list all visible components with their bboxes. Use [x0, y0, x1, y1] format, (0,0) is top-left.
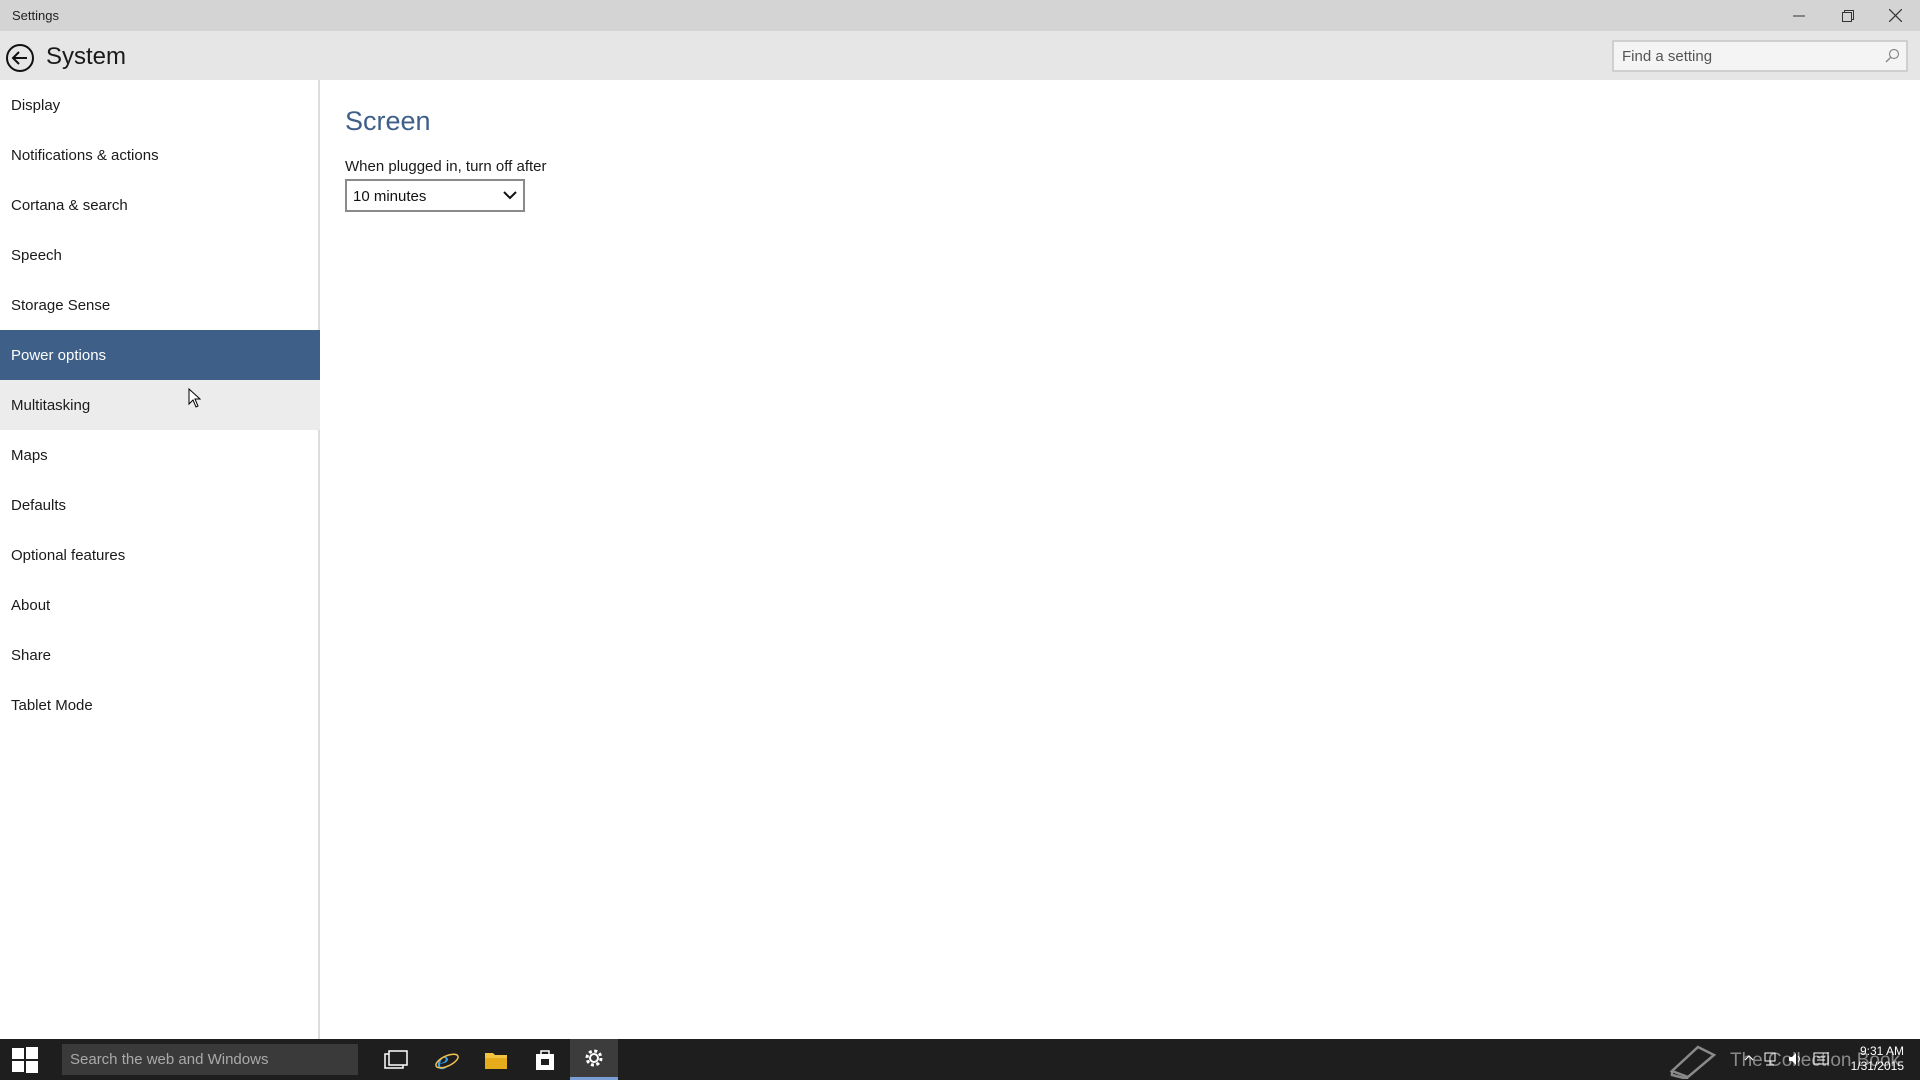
sidebar-item-optional-features[interactable]: Optional features — [0, 530, 320, 580]
network-icon[interactable] — [1763, 1051, 1779, 1067]
sidebar-item-label: Multitasking — [11, 396, 91, 414]
section-title: Screen — [345, 106, 431, 136]
book-icon — [1669, 1045, 1717, 1079]
sidebar-item-label: About — [11, 596, 51, 614]
sidebar-item-display[interactable]: Display — [0, 80, 320, 130]
sidebar-item-label: Defaults — [11, 496, 67, 514]
minimize-icon — [1792, 15, 1805, 16]
clock-time: 9:31 AM — [1859, 1044, 1904, 1058]
sidebar-item-label: Cortana & search — [11, 196, 128, 214]
sidebar-item-label: Share — [11, 646, 52, 664]
store-icon — [536, 1049, 554, 1070]
chevron-down-icon — [503, 191, 517, 200]
sidebar-item-tablet-mode[interactable]: Tablet Mode — [0, 680, 320, 730]
sidebar-item-speech[interactable]: Speech — [0, 230, 320, 280]
restore-icon — [1841, 9, 1854, 22]
show-hidden-icons-icon[interactable] — [1744, 1051, 1754, 1065]
restore-button[interactable] — [1824, 0, 1871, 31]
action-center-icon[interactable] — [1813, 1051, 1829, 1067]
sidebar-item-label: Maps — [11, 446, 48, 464]
system-tray — [1744, 1051, 1829, 1067]
clock-date: 1/31/2015 — [1850, 1059, 1904, 1073]
settings-icon — [585, 1049, 603, 1067]
page-title: System — [46, 43, 127, 70]
taskbar: e The Collection Book — [0, 1039, 1920, 1080]
start-button[interactable] — [0, 1039, 50, 1080]
screen-timeout-label: When plugged in, turn off after — [345, 158, 547, 175]
task-view-icon — [384, 1049, 408, 1069]
system-clock[interactable]: 9:31 AM 1/31/2015 — [1851, 1044, 1904, 1074]
volume-icon[interactable] — [1788, 1051, 1804, 1067]
internet-explorer-button[interactable]: e — [423, 1039, 471, 1080]
search-icon — [1885, 48, 1900, 63]
taskbar-search-input[interactable] — [70, 1050, 350, 1068]
file-explorer-button[interactable] — [472, 1039, 520, 1080]
mouse-cursor-icon — [188, 388, 201, 408]
back-arrow-icon — [6, 44, 34, 72]
sidebar-item-label: Optional features — [11, 546, 126, 564]
main-content: Screen When plugged in, turn off after 1… — [322, 80, 1920, 1039]
minimize-button[interactable] — [1775, 0, 1822, 31]
sidebar-item-label: Power options — [11, 346, 107, 364]
sidebar-item-power-options[interactable]: Power options — [0, 330, 320, 380]
sidebar-item-label: Storage Sense — [11, 296, 111, 314]
find-setting-search[interactable] — [1612, 40, 1908, 72]
sidebar-item-storage-sense[interactable]: Storage Sense — [0, 280, 320, 330]
sidebar-item-multitasking[interactable]: Multitasking — [0, 380, 320, 430]
sidebar-item-cortana[interactable]: Cortana & search — [0, 180, 320, 230]
task-view-button[interactable] — [372, 1039, 420, 1080]
close-icon — [1889, 9, 1902, 22]
sidebar-item-about[interactable]: About — [0, 580, 320, 630]
title-bar: Settings — [0, 0, 1920, 31]
search-input[interactable] — [1622, 47, 1872, 65]
internet-explorer-icon: e — [435, 1047, 459, 1073]
sidebar-item-notifications[interactable]: Notifications & actions — [0, 130, 320, 180]
page-header: System — [0, 31, 1920, 80]
file-explorer-icon — [485, 1052, 507, 1069]
dropdown-value: 10 minutes — [353, 188, 427, 205]
sidebar-item-defaults[interactable]: Defaults — [0, 480, 320, 530]
taskbar-search-box[interactable] — [62, 1044, 358, 1075]
sidebar-item-maps[interactable]: Maps — [0, 430, 320, 480]
sidebar-item-label: Notifications & actions — [11, 146, 159, 164]
sidebar-item-label: Speech — [11, 246, 62, 264]
sidebar-item-label: Display — [11, 96, 61, 114]
screen-timeout-dropdown[interactable]: 10 minutes — [345, 179, 525, 212]
sidebar-item-label: Tablet Mode — [11, 696, 93, 714]
sidebar-item-share[interactable]: Share — [0, 630, 320, 680]
back-button[interactable] — [5, 43, 35, 73]
window-title: Settings — [12, 8, 59, 23]
windows-logo-icon — [12, 1046, 38, 1073]
close-button[interactable] — [1872, 0, 1919, 31]
settings-app-button[interactable] — [570, 1039, 618, 1080]
store-button[interactable] — [521, 1039, 569, 1080]
sidebar-nav: Display Notifications & actions Cortana … — [0, 80, 320, 1039]
